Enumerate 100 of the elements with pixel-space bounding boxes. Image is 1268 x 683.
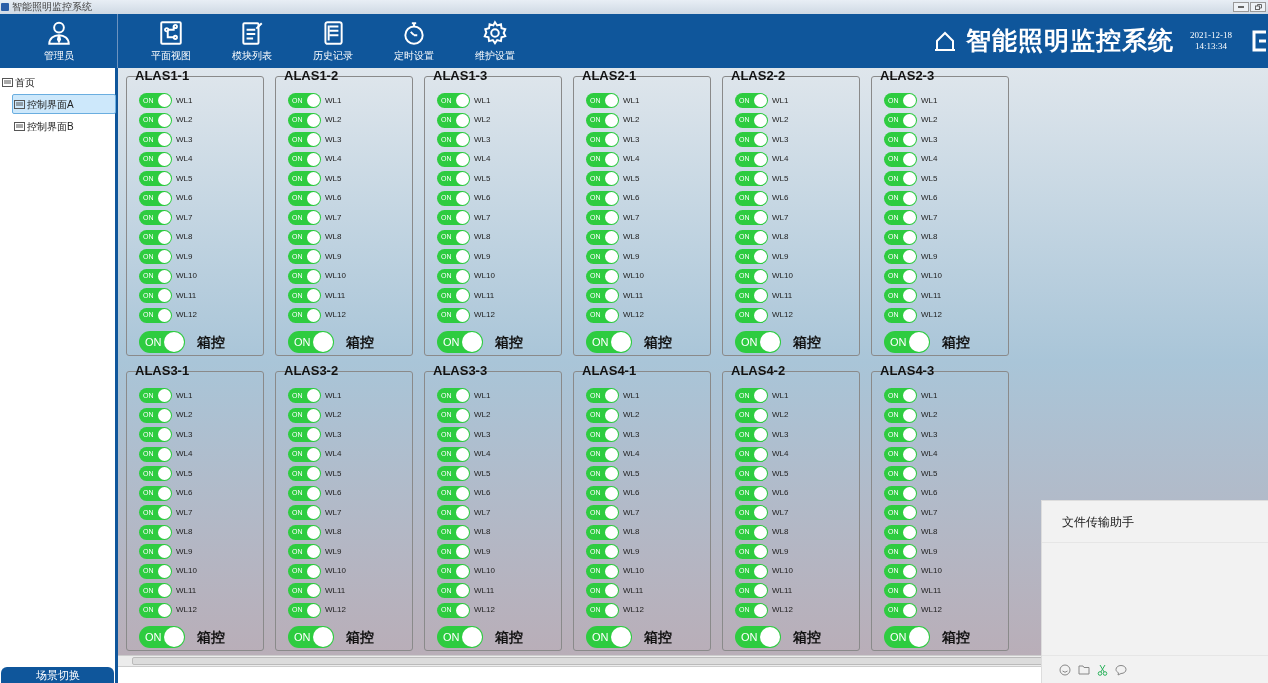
toggle-switch[interactable]: ON <box>586 331 632 353</box>
circuit-label: WL8 <box>474 526 491 539</box>
circuit-label: WL2 <box>176 409 193 422</box>
circuit-label: WL6 <box>772 487 789 500</box>
circuit-label: WL6 <box>474 192 491 205</box>
toggle-switch[interactable]: ON <box>437 331 483 353</box>
toggle-switch[interactable]: ON <box>437 626 483 648</box>
circuit-label: WL5 <box>623 172 640 185</box>
nav-tab[interactable]: 维护设置 <box>454 14 535 68</box>
circuit-label: WL2 <box>474 114 491 127</box>
circuit-label: WL2 <box>176 114 193 127</box>
minimize-button[interactable] <box>1233 2 1249 12</box>
circuit-label: WL10 <box>623 565 644 578</box>
toggle-switch[interactable]: ON <box>884 331 930 353</box>
nav-tab[interactable]: 定时设置 <box>373 14 454 68</box>
box-control-label: 箱控 <box>793 332 821 352</box>
group-title: ALAS4-1 <box>581 363 638 379</box>
circuit-label: WL3 <box>623 133 640 146</box>
circuit-label: WL9 <box>325 250 342 263</box>
group-title: ALAS4-3 <box>879 363 936 379</box>
circuit-label: WL12 <box>772 604 793 617</box>
time-text: 14:13:34 <box>1195 41 1227 52</box>
circuit-label: WL1 <box>772 94 789 107</box>
circuit-label: WL6 <box>772 192 789 205</box>
tree-item[interactable]: 控制界面B <box>12 116 115 136</box>
nav-tab[interactable]: 历史记录 <box>292 14 373 68</box>
circuit-label: WL11 <box>772 584 793 597</box>
circuit-label: WL11 <box>772 289 793 302</box>
circuit-label: WL12 <box>325 604 346 617</box>
exit-icon[interactable] <box>1252 30 1266 52</box>
circuit-label: WL1 <box>921 389 938 402</box>
system-title: 智能照明监控系统 <box>966 25 1174 57</box>
circuit-label: WL5 <box>176 467 193 480</box>
circuit-label: WL1 <box>623 389 640 402</box>
smiley-icon[interactable] <box>1059 663 1071 676</box>
circuit-label: WL5 <box>772 172 789 185</box>
tree-item[interactable]: 控制界面A <box>12 94 116 114</box>
circuit-label: WL1 <box>474 389 491 402</box>
circuit-label: WL11 <box>921 584 942 597</box>
chat-bubble-icon[interactable] <box>1115 663 1127 676</box>
minimize-icon <box>1238 6 1244 8</box>
restore-button[interactable] <box>1250 2 1266 12</box>
circuit-label: WL2 <box>623 409 640 422</box>
group-title: ALAS3-3 <box>432 363 489 379</box>
scissors-icon[interactable] <box>1097 663 1108 676</box>
circuit-label: WL4 <box>623 153 640 166</box>
circuit-label: WL5 <box>623 467 640 480</box>
circuit-label: WL11 <box>623 584 644 597</box>
circuit-label: WL12 <box>921 604 942 617</box>
circuit-label: WL10 <box>623 270 644 283</box>
circuit-label: WL12 <box>176 309 197 322</box>
nav-tab[interactable]: 平面视图 <box>130 14 211 68</box>
circuit-label: WL1 <box>772 389 789 402</box>
scene-switch-button[interactable]: 场景切换 <box>1 667 114 683</box>
box-control-label: 箱控 <box>197 332 225 352</box>
toggle-switch[interactable]: ON <box>139 626 185 648</box>
toggle-switch[interactable]: ON <box>288 331 334 353</box>
circuit-label: WL2 <box>474 409 491 422</box>
circuit-label: WL6 <box>921 487 938 500</box>
group-title: ALAS1-1 <box>134 68 191 84</box>
folder-icon[interactable] <box>1078 664 1090 675</box>
circuit-label: WL3 <box>623 428 640 441</box>
toggle-switch[interactable]: ON <box>139 331 185 353</box>
circuit-label: WL9 <box>325 545 342 558</box>
box-control-label: 箱控 <box>793 627 821 647</box>
toggle-switch[interactable]: ON <box>884 626 930 648</box>
circuit-label: WL10 <box>176 565 197 578</box>
box-control-label: 箱控 <box>942 627 970 647</box>
box-control-label: 箱控 <box>197 627 225 647</box>
box-control-label: 箱控 <box>942 332 970 352</box>
circuit-label: WL12 <box>623 604 644 617</box>
toggle-switch[interactable]: ON <box>735 626 781 648</box>
circuit-label: WL11 <box>474 584 495 597</box>
circuit-label: WL5 <box>325 172 342 185</box>
circuit-label: WL9 <box>921 250 938 263</box>
tree-item[interactable]: 首页 <box>0 72 115 92</box>
restore-icon <box>1254 4 1262 10</box>
circuit-label: WL7 <box>474 506 491 519</box>
toggle-switch[interactable]: ON <box>288 626 334 648</box>
circuit-label: WL4 <box>921 153 938 166</box>
circuit-label: WL6 <box>921 192 938 205</box>
circuit-label: WL4 <box>325 153 342 166</box>
circuit-label: WL6 <box>325 487 342 500</box>
circuit-label: WL9 <box>772 545 789 558</box>
folder-icon <box>14 121 25 131</box>
circuit-label: WL5 <box>176 172 193 185</box>
circuit-label: WL8 <box>772 526 789 539</box>
circuit-label: WL11 <box>176 584 197 597</box>
circuit-label: WL3 <box>921 428 938 441</box>
group-title: ALAS2-2 <box>730 68 787 84</box>
user-button[interactable]: 管理员 <box>0 14 118 68</box>
circuit-label: WL3 <box>325 428 342 441</box>
circuit-label: WL2 <box>623 114 640 127</box>
toggle-switch[interactable]: ON <box>586 626 632 648</box>
nav-tab[interactable]: 模块列表 <box>211 14 292 68</box>
window-title: 智能照明监控系统 <box>12 1 92 13</box>
toggle-switch[interactable]: ON <box>735 331 781 353</box>
circuit-label: WL12 <box>623 309 644 322</box>
circuit-label: WL2 <box>772 409 789 422</box>
circuit-label: WL3 <box>474 133 491 146</box>
